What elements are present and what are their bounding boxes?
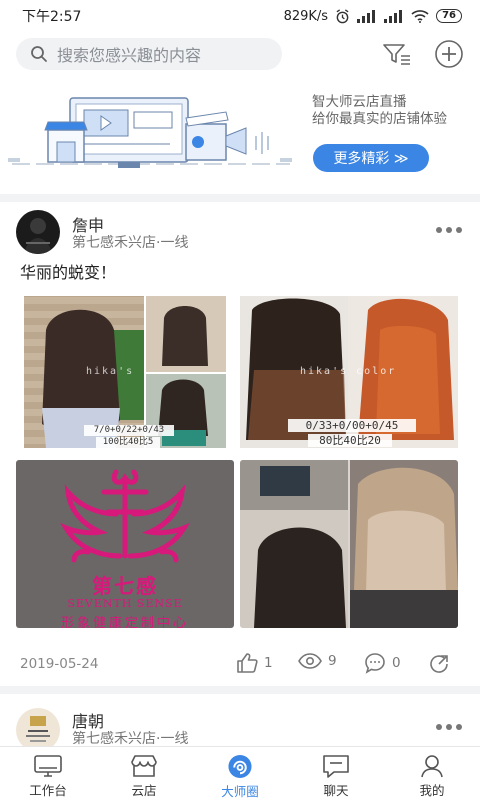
logo-title: 第七感 xyxy=(92,574,158,598)
search-input[interactable]: 搜索您感兴趣的内容 xyxy=(16,38,282,70)
section-divider xyxy=(0,194,480,202)
comment-count: 0 xyxy=(392,655,401,671)
avatar[interactable] xyxy=(16,210,60,254)
nav-label: 我的 xyxy=(419,783,445,798)
photo-watermark: hika's xyxy=(86,366,135,377)
nav-label: 云店 xyxy=(131,783,157,798)
more-options-icon[interactable] xyxy=(436,227,462,233)
bottom-nav: 工作台 云店 大师圈 聊天 我的 xyxy=(0,746,480,800)
like-button[interactable]: 1 xyxy=(236,652,273,674)
nav-tab-workbench[interactable]: 工作台 xyxy=(0,747,96,800)
logo-subtitle: 形象健康定制中心 xyxy=(60,616,189,628)
logo-english: SEVENTH SENSE xyxy=(67,597,183,610)
banner-line-2: 给你最真实的店铺体验 xyxy=(312,111,447,127)
search-icon xyxy=(31,46,47,62)
signal-icon xyxy=(357,10,376,23)
share-button[interactable] xyxy=(428,652,452,674)
battery-indicator: 76 xyxy=(436,9,462,23)
top-bar: 搜索您感兴趣的内容 xyxy=(0,34,480,74)
section-divider xyxy=(0,686,480,694)
live-illustration xyxy=(8,97,292,168)
more-button[interactable]: 更多精彩 ≫ xyxy=(313,144,429,172)
comment-icon xyxy=(365,653,385,674)
nav-tab-chat[interactable]: 聊天 xyxy=(288,747,384,800)
search-placeholder: 搜索您感兴趣的内容 xyxy=(57,46,202,65)
status-time: 下午2:57 xyxy=(22,9,82,25)
chat-icon xyxy=(323,755,349,778)
photo-caption-formula: 0/33+0/00+0/45 xyxy=(288,419,416,432)
add-icon[interactable] xyxy=(434,39,464,69)
like-count: 1 xyxy=(264,655,273,671)
banner-line-1: 智大师云店直播 xyxy=(312,94,407,110)
signal-hd-icon xyxy=(384,10,403,23)
photo-watermark: hika's color xyxy=(300,366,397,377)
post-photo-3[interactable]: 第七感 SEVENTH SENSE 形象健康定制中心 xyxy=(16,460,234,628)
author-shop: 第七感禾兴店·一线 xyxy=(72,235,189,251)
status-bar: 下午2:57 829K/s 76 xyxy=(0,0,480,32)
share-icon xyxy=(430,655,448,673)
store-icon xyxy=(131,755,157,777)
nav-tab-mine[interactable]: 我的 xyxy=(384,747,480,800)
banner-text: 智大师云店直播 给你最真实的店铺体验 xyxy=(312,94,447,128)
wifi-icon xyxy=(411,10,429,23)
avatar-image xyxy=(24,218,52,254)
thumbs-up-icon xyxy=(237,653,258,673)
view-count: 9 xyxy=(328,653,337,669)
photo-caption-ratio: 100比40比5 xyxy=(96,437,160,448)
post-footer: 2019-05-24 1 9 0 xyxy=(0,652,480,678)
eye-icon xyxy=(298,653,322,669)
status-indicators: 829K/s 76 xyxy=(284,9,462,24)
comment-button[interactable]: 0 xyxy=(364,652,401,674)
photo-caption-formula: 7/0+0/22+0/43 xyxy=(84,425,174,436)
nav-label: 大师圈 xyxy=(221,784,259,799)
post-photo-4[interactable] xyxy=(240,460,458,628)
nav-tab-cloud-store[interactable]: 云店 xyxy=(96,747,192,800)
more-options-icon[interactable] xyxy=(436,724,462,730)
photo-caption-ratio: 80比40比20 xyxy=(308,434,392,447)
more-button-label: 更多精彩 ≫ xyxy=(333,151,409,167)
user-icon xyxy=(421,755,443,778)
post-photo-1[interactable]: hika's 7/0+0/22+0/43 100比40比5 xyxy=(16,290,234,454)
nav-label: 聊天 xyxy=(323,783,349,798)
view-count-stat: 9 xyxy=(298,652,337,670)
live-banner[interactable]: 智大师云店直播 给你最真实的店铺体验 更多精彩 ≫ xyxy=(0,84,480,196)
post-date: 2019-05-24 xyxy=(20,656,99,672)
filter-icon[interactable] xyxy=(382,42,412,66)
post-photo-2[interactable]: hika's color 0/33+0/00+0/45 80比40比20 xyxy=(240,290,458,454)
salon-hair-image xyxy=(240,460,458,628)
circle-swirl-icon xyxy=(228,754,252,779)
network-speed: 829K/s xyxy=(283,8,329,24)
post-text: 华丽的蜕变！ xyxy=(20,263,117,282)
nav-label: 工作台 xyxy=(29,783,67,798)
nav-tab-master-circle[interactable]: 大师圈 xyxy=(192,747,288,800)
alarm-icon xyxy=(336,8,349,23)
monitor-icon xyxy=(34,755,62,777)
author-shop: 第七感禾兴店·一线 xyxy=(72,731,189,747)
